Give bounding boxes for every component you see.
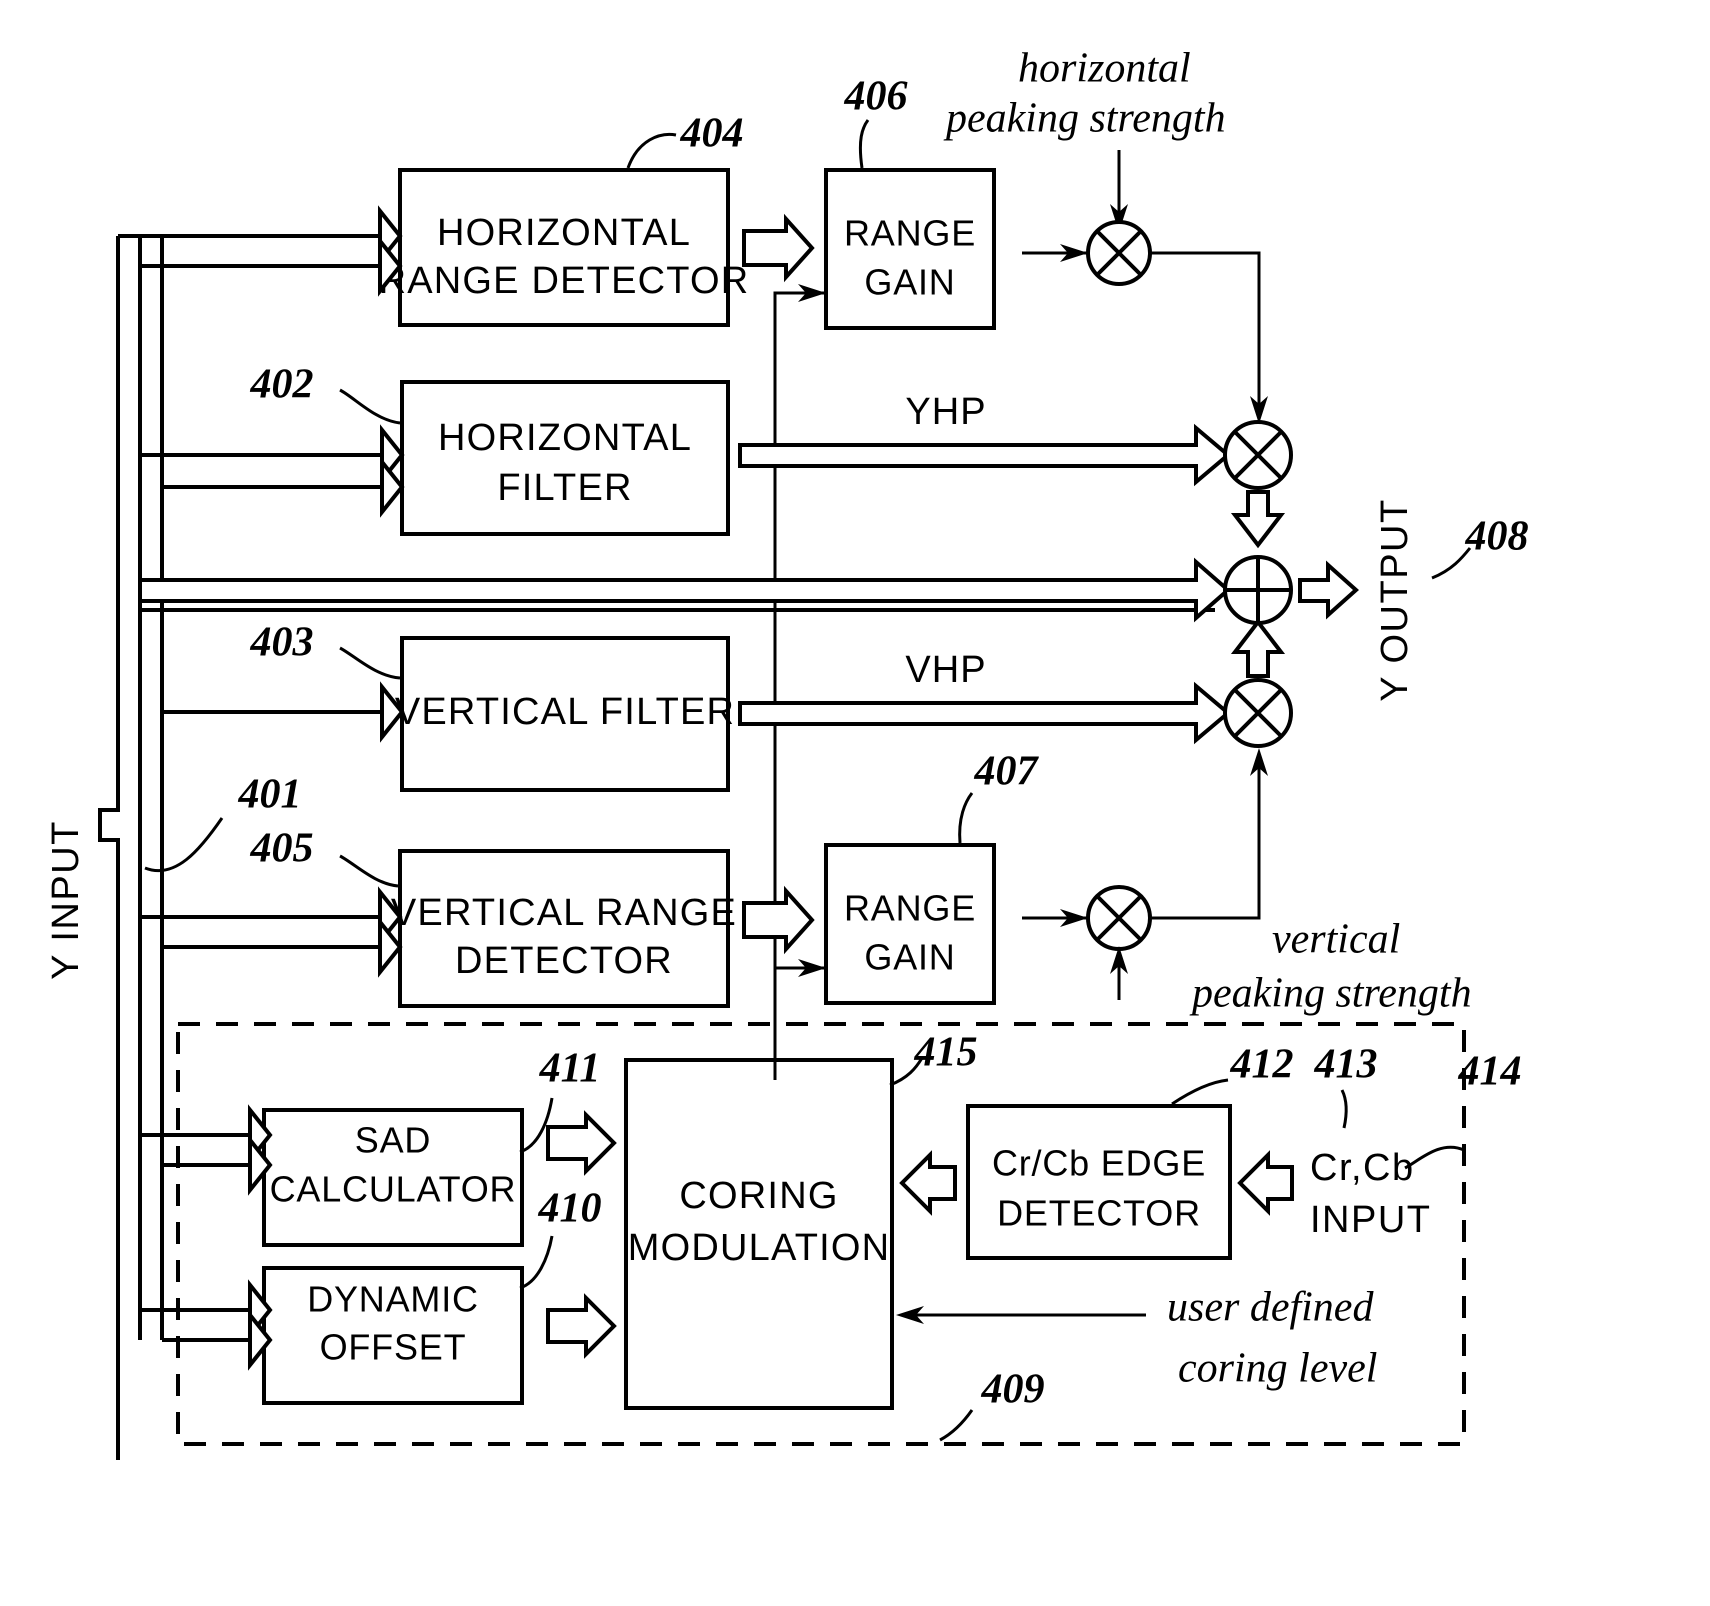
user-defined-coring-input: user defined coring level <box>896 1285 1377 1392</box>
ref-411: 411 <box>539 1046 601 1092</box>
vertical-peaking-strength-annotation: vertical peaking strength <box>1189 917 1472 1017</box>
bus-arrow-dyn-to-coring <box>546 1293 617 1359</box>
yhp-label: YHP <box>905 391 986 433</box>
hps-line2: peaking strength <box>943 96 1226 142</box>
vrd-label-line1: VERTICAL RANGE <box>391 892 737 934</box>
crcb-input-label-group: Cr,Cb INPUT 413 <box>1310 1042 1432 1241</box>
do-label-line2: OFFSET <box>320 1327 467 1368</box>
bus-arrow-to-dynamic-offset <box>248 1279 273 1371</box>
ref-414: 414 <box>1458 1049 1522 1095</box>
rgh-label-line1: RANGE <box>844 213 976 254</box>
block-horizontal-range-detector[interactable]: HORIZONTAL RANGE DETECTOR 404 <box>379 111 750 327</box>
figure-canvas: Y INPUT 401 HORIZONTAL RANGE DETECTOR 40… <box>0 0 1710 1606</box>
yhp-bus: YHP <box>738 391 1232 487</box>
y-output-label: Y OUTPUT <box>1374 498 1416 701</box>
block-range-gain-vertical[interactable]: RANGE GAIN 407 <box>824 749 1040 1005</box>
ced-label-line1: Cr/Cb EDGE <box>992 1143 1206 1184</box>
multiplier-v-gain <box>1022 748 1268 1000</box>
cm-label-line2: MODULATION <box>628 1227 891 1269</box>
hf-label-line2: FILTER <box>497 467 632 509</box>
udc-line2: coring level <box>1178 1346 1377 1392</box>
rgv-label-line2: GAIN <box>864 937 955 978</box>
multiplier-yhp <box>1223 420 1293 549</box>
block-vertical-filter[interactable]: VERTICAL FILTER 403 <box>250 620 736 792</box>
block-coring-modulation[interactable]: CORING MODULATION 415 <box>624 1030 978 1410</box>
ref-415: 415 <box>914 1030 978 1076</box>
do-label-line1: DYNAMIC <box>307 1279 479 1320</box>
ref-407: 407 <box>974 749 1040 795</box>
hps-line1: horizontal <box>1018 46 1191 92</box>
bus-arrow-crcb-to-coring <box>899 1150 957 1216</box>
crcb-input-line1: Cr,Cb <box>1310 1147 1415 1189</box>
ref-409: 409 <box>981 1367 1045 1413</box>
hrd-label-line2: RANGE DETECTOR <box>379 260 750 302</box>
block-diagram-svg: Y INPUT 401 HORIZONTAL RANGE DETECTOR 40… <box>45 46 1529 1460</box>
ref-403: 403 <box>250 620 314 666</box>
ref-412: 412 <box>1230 1042 1294 1088</box>
udc-line1: user defined <box>1167 1285 1374 1331</box>
bus-arrow-crcb-input <box>1237 1150 1294 1216</box>
block-crcb-edge-detector[interactable]: Cr/Cb EDGE DETECTOR 412 <box>966 1042 1294 1260</box>
horizontal-peaking-strength-annotation: horizontal peaking strength <box>943 46 1226 232</box>
multiplier-h-gain <box>1022 220 1268 424</box>
bus-arrow-sad-to-coring <box>546 1110 617 1176</box>
vps-line2: peaking strength <box>1189 971 1472 1017</box>
bus-arrow-to-sad <box>248 1104 273 1196</box>
ref-410: 410 <box>538 1186 602 1232</box>
vps-line1: vertical <box>1272 917 1400 963</box>
hrd-label-line1: HORIZONTAL <box>437 212 691 254</box>
sad-label-line2: CALCULATOR <box>270 1169 517 1210</box>
ref-413: 413 <box>1314 1042 1378 1088</box>
coring-feedback-to-rgv <box>775 959 826 977</box>
ref-405: 405 <box>250 826 314 872</box>
rgh-label-line2: GAIN <box>864 262 955 303</box>
ced-label-line2: DETECTOR <box>997 1193 1201 1234</box>
block-horizontal-filter[interactable]: HORIZONTAL FILTER 402 <box>250 362 730 536</box>
ref-408: 408 <box>1465 514 1529 560</box>
vrd-label-line2: DETECTOR <box>455 940 673 982</box>
ref-401: 401 <box>238 772 302 818</box>
cm-label-line1: CORING <box>679 1175 838 1217</box>
ref-406: 406 <box>844 74 908 120</box>
vf-label-line1: VERTICAL FILTER <box>395 691 735 733</box>
multiplier-vhp <box>1223 618 1293 748</box>
block-dynamic-offset[interactable]: DYNAMIC OFFSET 410 <box>262 1186 602 1405</box>
vhp-label: VHP <box>905 649 986 691</box>
bus-arrow-vrd-to-range-gain <box>742 885 815 955</box>
bus-arrow-hrd-to-range-gain <box>742 213 815 283</box>
hf-label-line1: HORIZONTAL <box>438 417 692 459</box>
y-input-label: Y INPUT <box>45 820 87 980</box>
sad-label-line1: SAD <box>355 1120 431 1161</box>
y-input-trunk: Y INPUT <box>45 236 120 1460</box>
ref-404: 404 <box>680 111 744 157</box>
ref-402: 402 <box>250 362 314 408</box>
crcb-input-line2: INPUT <box>1310 1199 1432 1241</box>
rgv-label-line1: RANGE <box>844 888 976 929</box>
vhp-bus: VHP <box>738 649 1232 745</box>
